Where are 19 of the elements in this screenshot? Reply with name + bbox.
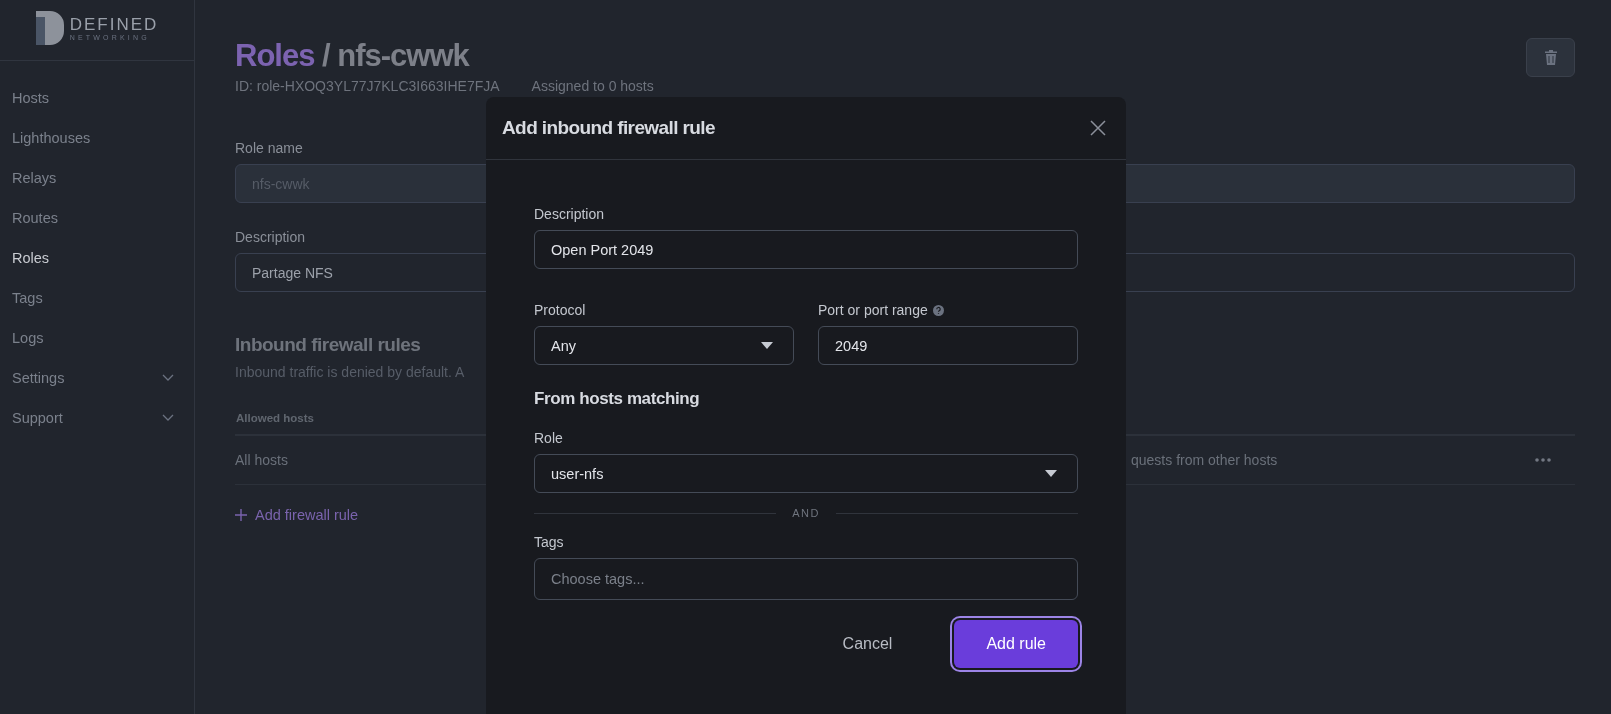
field-label: Description [534,206,606,222]
assigned-count: Assigned to 0 hosts [531,78,654,94]
section-heading: Inbound firewall rules [235,334,421,356]
page-title: Roles / nfs-cwwk [235,38,471,74]
field-label: Port or port range [818,302,928,318]
dialog-title: Add inbound firewall rule [502,117,715,139]
field-label: Description [235,229,306,245]
role-id: ID: role-HXOQ3YL77J7KLC3I663IHE7FJA [235,78,500,94]
table-cell-text: quests from other hosts [1131,452,1279,468]
section-description: Inbound traffic is denied by default. A [235,364,465,380]
section-heading: From hosts matching [534,389,701,409]
field-label: Role [534,430,564,446]
field-label: Tags [534,534,565,550]
column-header: Allowed hosts [236,412,314,424]
field-label: Protocol [534,302,587,318]
logo-text: DEFINED [69,15,159,33]
divider-label: AND [792,507,820,519]
field-label: Role name [235,140,303,156]
table-cell-text: All hosts [235,452,289,468]
